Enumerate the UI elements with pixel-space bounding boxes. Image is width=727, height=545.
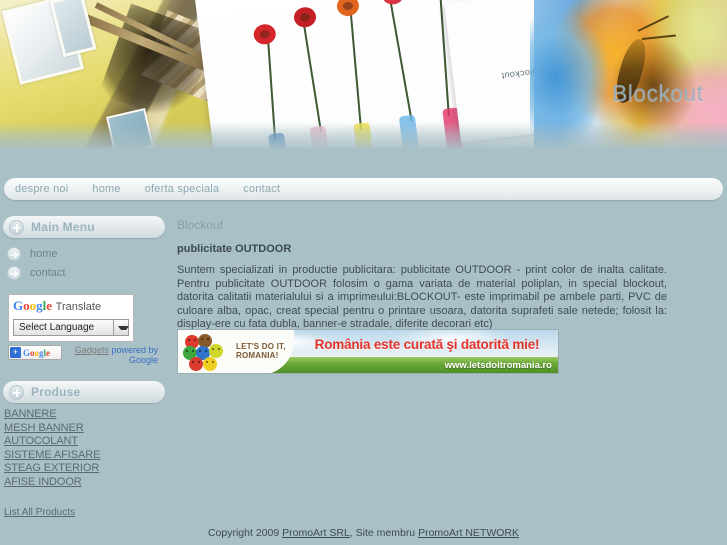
- banner-slogan-line1: LET'S DO IT,: [236, 342, 286, 351]
- main-menu-list: home contact: [0, 246, 166, 280]
- banner-slogan-line2: ROMANIA!: [236, 351, 279, 360]
- gadgets-link[interactable]: Gadgets: [75, 345, 109, 355]
- main-navigation: despre noi home oferta speciala contact: [4, 178, 723, 200]
- list-item[interactable]: AUTOCOLANT: [4, 434, 166, 448]
- hero-banner-image: blockout Blockout: [0, 0, 727, 148]
- google-plus-badge[interactable]: + Google: [8, 345, 62, 360]
- product-link-autocolant[interactable]: AUTOCOLANT: [4, 435, 78, 447]
- google-letter-g: G: [13, 298, 24, 313]
- list-all-products-row: List All Products: [4, 502, 166, 520]
- arrow-right-icon: [7, 265, 21, 280]
- produse-module: Produse BANNERE MESH BANNER AUTOCOLANT S…: [0, 381, 166, 520]
- banner-headline: România este curată şi datorită mie!: [314, 337, 540, 352]
- butterfly-antenna: [641, 34, 676, 40]
- banner-slogan: LET'S DO IT, ROMANIA!: [236, 342, 286, 360]
- letsdoitromania-banner-ad[interactable]: LET'S DO IT, ROMANIA! România este curat…: [177, 329, 559, 374]
- nav-item-oferta-speciala[interactable]: oferta speciala: [145, 183, 220, 195]
- page-title: Blockout: [177, 218, 224, 232]
- product-link-steag-exterior[interactable]: STEAG EXTERIOR: [4, 462, 99, 474]
- list-item[interactable]: BANNERE: [4, 407, 166, 421]
- hero-collage: blockout Blockout: [0, 0, 727, 148]
- language-select-value: Select Language: [19, 322, 95, 333]
- nav-item-home[interactable]: home: [92, 183, 120, 195]
- plus-sign-icon: +: [10, 347, 21, 358]
- produse-title: Produse: [31, 385, 81, 399]
- footer-copyright: Copyright 2009: [207, 527, 280, 539]
- list-item[interactable]: STEAG EXTERIOR: [4, 461, 166, 475]
- sidebar-item-home[interactable]: home: [0, 246, 166, 261]
- google-translate-brand: Google Translate: [13, 298, 129, 315]
- google-translate-gadget: Google Translate Select Language + Googl…: [8, 294, 158, 365]
- hero-title-overlay: Blockout: [612, 80, 704, 106]
- product-link-mesh-banner[interactable]: MESH BANNER: [4, 422, 84, 434]
- product-link-bannere[interactable]: BANNERE: [4, 408, 57, 420]
- google-badge-word: Google: [23, 347, 51, 358]
- smiley-cluster-icon: [183, 334, 235, 371]
- list-item[interactable]: SISTEME AFISARE: [4, 448, 166, 462]
- product-link-sisteme-afisare[interactable]: SISTEME AFISARE: [4, 449, 100, 461]
- footer-company-link[interactable]: PromoArt SRL: [282, 527, 350, 539]
- product-link-afise-indoor[interactable]: AFISE INDOOR: [4, 476, 82, 488]
- main-menu-header: Main Menu: [3, 216, 165, 238]
- produse-header: Produse: [3, 381, 165, 403]
- sidebar-item-label[interactable]: contact: [30, 267, 65, 279]
- plus-circle-icon: [9, 384, 24, 400]
- main-content: Blockout publicitate OUTDOOR Suntem spec…: [177, 218, 677, 332]
- google-letter-e: e: [46, 298, 53, 313]
- produse-list: BANNERE MESH BANNER AUTOCOLANT SISTEME A…: [0, 407, 166, 488]
- translate-box: Google Translate Select Language: [8, 294, 134, 342]
- article-body: Suntem specializati in productie publici…: [177, 264, 667, 331]
- powered-by-label: powered by: [111, 345, 158, 355]
- powered-by-text: Gadgets powered by Google: [68, 345, 158, 365]
- language-select[interactable]: Select Language: [13, 319, 129, 336]
- translate-footer: + Google Gadgets powered by Google: [8, 345, 168, 365]
- arrow-right-icon: [7, 246, 21, 261]
- footer-separator: , Site membru: [349, 527, 416, 539]
- chevron-down-icon[interactable]: [113, 320, 129, 335]
- article-title: publicitate OUTDOOR: [177, 243, 292, 255]
- translate-word: Translate: [55, 301, 102, 313]
- page-root: blockout Blockout despre noi home oferta…: [0, 0, 727, 545]
- main-menu-title: Main Menu: [31, 220, 95, 234]
- nav-item-contact[interactable]: contact: [243, 183, 280, 195]
- butterfly-antenna: [637, 15, 669, 32]
- list-item[interactable]: MESH BANNER: [4, 421, 166, 435]
- hero-fade-overlay: [0, 122, 727, 148]
- sidebar-item-contact[interactable]: contact: [0, 265, 166, 280]
- footer-network-link[interactable]: PromoArt NETWORK: [418, 527, 519, 539]
- banner-url: www.letsdoitromania.ro: [444, 360, 552, 371]
- plus-circle-icon: [9, 219, 24, 235]
- sidebar-item-label[interactable]: home: [30, 248, 58, 260]
- sidebar: Main Menu home contact Google Translate: [0, 216, 166, 520]
- nav-item-despre-noi[interactable]: despre noi: [15, 183, 68, 195]
- list-all-products-link[interactable]: List All Products: [4, 507, 75, 518]
- footer: Copyright 2009 PromoArt SRL, Site membru…: [0, 527, 727, 539]
- list-item[interactable]: AFISE INDOOR: [4, 475, 166, 489]
- powered-by-brand: Google: [128, 355, 158, 365]
